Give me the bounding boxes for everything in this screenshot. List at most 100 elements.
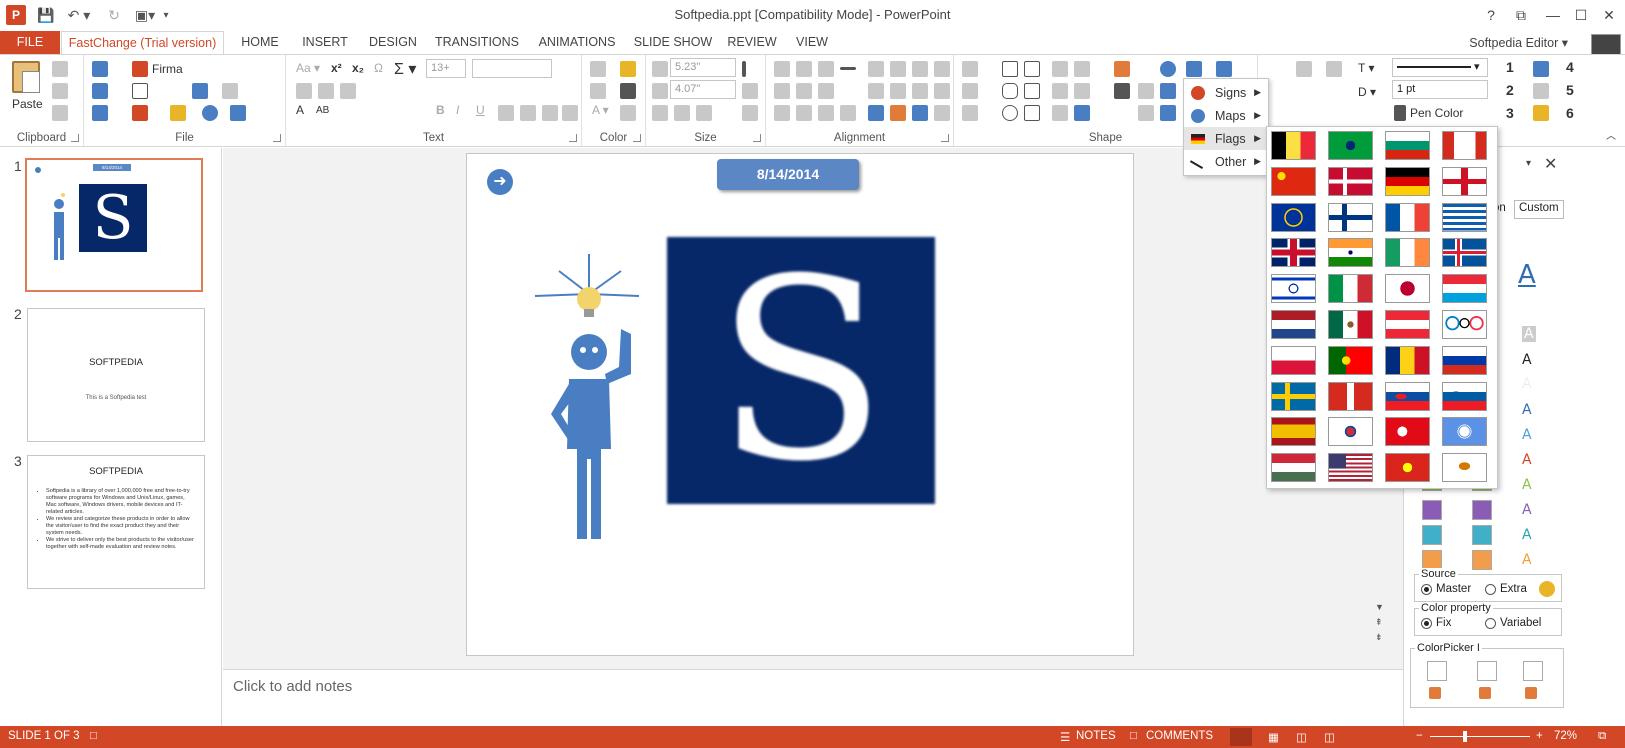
back-arrow-icon[interactable]: ➜	[487, 169, 513, 195]
tab-home[interactable]: HOME	[234, 31, 286, 54]
pen-color-icon[interactable]	[1394, 105, 1406, 121]
justify-icon[interactable]	[562, 105, 578, 121]
triangle-shape-icon[interactable]	[1024, 61, 1040, 77]
numbers-icon[interactable]	[1138, 105, 1154, 121]
font-name-input[interactable]	[472, 59, 552, 78]
tab-review[interactable]: REVIEW	[724, 31, 780, 54]
help-button[interactable]: ?	[1478, 4, 1504, 26]
size-minus-icon[interactable]	[674, 105, 690, 121]
menu-item-maps[interactable]: Maps ▶	[1184, 104, 1268, 127]
ribbon-display-options-button[interactable]: ⧉	[1508, 4, 1534, 26]
eyedropper-icon[interactable]	[1479, 687, 1491, 699]
bullets-icon[interactable]	[296, 83, 312, 99]
flag-cyprus[interactable]	[1442, 453, 1487, 483]
text-style-a10[interactable]: A	[1522, 552, 1532, 568]
height-input[interactable]: 5.23"	[670, 58, 736, 77]
eyedropper-icon[interactable]	[1429, 687, 1441, 699]
flag-russia[interactable]	[1442, 345, 1487, 375]
clipboard-icon[interactable]	[222, 83, 238, 99]
alignment-launcher-icon[interactable]	[941, 134, 949, 142]
flag-portugal[interactable]	[1328, 345, 1373, 375]
flag-south-korea[interactable]	[1328, 417, 1373, 447]
normal-view-icon[interactable]	[1230, 728, 1252, 746]
zoom-in-icon[interactable]: +	[1536, 730, 1543, 742]
tab-insert[interactable]: INSERT	[296, 31, 354, 54]
elbow-connector-icon[interactable]	[1074, 83, 1090, 99]
number-3-button[interactable]: 3	[1506, 105, 1514, 121]
tab-view[interactable]: VIEW	[790, 31, 834, 54]
group-3-icon[interactable]	[818, 105, 834, 121]
flag-china[interactable]	[1271, 166, 1316, 196]
flag-sweden[interactable]	[1271, 381, 1316, 411]
table-icon[interactable]	[1326, 61, 1342, 77]
distribute-7-icon[interactable]	[934, 83, 950, 99]
number-1-button[interactable]: 1	[1506, 59, 1514, 75]
underline-icon[interactable]: U	[476, 103, 485, 117]
number-2-button[interactable]: 2	[1506, 82, 1514, 98]
color-swatch[interactable]	[1472, 525, 1492, 545]
text-style-a8[interactable]: A	[1522, 502, 1532, 518]
editor-scroll-arrows[interactable]: ▼ ⇞ ⇟	[1375, 600, 1389, 645]
thinking-person-icon[interactable]	[531, 249, 651, 549]
distribute-3-icon[interactable]	[818, 83, 834, 99]
flag-hungary[interactable]	[1271, 453, 1316, 483]
flag-greece[interactable]	[1442, 202, 1487, 232]
align-2-icon[interactable]	[796, 61, 812, 77]
close-button[interactable]: ✕	[1596, 4, 1622, 26]
align-1-icon[interactable]	[774, 61, 790, 77]
symbols-dropdown-icon[interactable]	[1186, 61, 1202, 77]
grid-icon[interactable]	[1296, 61, 1312, 77]
align-6-icon[interactable]	[912, 61, 928, 77]
align-7-icon[interactable]	[934, 61, 950, 77]
notes-button[interactable]: NOTES	[1076, 730, 1116, 742]
crop-frame-icon[interactable]	[890, 105, 906, 121]
notes-pane[interactable]: Click to add notes	[223, 669, 1403, 726]
tab-design[interactable]: DESIGN	[364, 31, 422, 54]
distribute-1-icon[interactable]	[774, 83, 790, 99]
omega-icon[interactable]: Ω	[374, 61, 383, 75]
flag-iceland[interactable]	[1442, 238, 1487, 268]
user-account[interactable]: Softpedia Editor ▾	[1469, 35, 1568, 50]
slide-thumbnail-3[interactable]: SOFTPEDIA Softpedia is a library of over…	[27, 455, 205, 589]
color-launcher-icon[interactable]	[633, 134, 641, 142]
text-style-a6[interactable]: A	[1522, 452, 1532, 468]
reading-view-icon[interactable]: ◫	[1296, 730, 1307, 744]
brush-icon[interactable]	[620, 105, 636, 121]
pane-options-icon[interactable]: ▾	[1526, 158, 1531, 169]
minimize-button[interactable]: —	[1540, 4, 1566, 26]
size-launcher-icon[interactable]	[753, 134, 761, 142]
ellipse-shape-icon[interactable]	[1002, 105, 1018, 121]
zoom-slider-thumb[interactable]	[1463, 731, 1467, 742]
word-icon[interactable]	[1533, 83, 1549, 99]
menu-item-other[interactable]: Other ▶	[1184, 150, 1268, 173]
text-launcher-icon[interactable]	[569, 134, 577, 142]
flag-olympics[interactable]	[1442, 310, 1487, 339]
flag-netherlands[interactable]	[1271, 310, 1316, 339]
clipboard-launcher-icon[interactable]	[71, 134, 79, 142]
align-4-icon[interactable]	[868, 61, 884, 77]
radio-fix[interactable]: Fix	[1421, 617, 1451, 629]
zoom-level[interactable]: 72%	[1554, 730, 1577, 742]
text-style-a1[interactable]: A	[1522, 326, 1536, 342]
chart-icon[interactable]	[1216, 61, 1232, 77]
avatar[interactable]	[1591, 34, 1621, 56]
copy-icon[interactable]	[52, 83, 68, 99]
flag-italy[interactable]	[1328, 274, 1373, 304]
paste-icon[interactable]	[12, 61, 40, 93]
flag-vietnam[interactable]	[1385, 453, 1430, 483]
comments-icon[interactable]: □	[1130, 730, 1137, 742]
font-case-icon[interactable]: Aa ▾	[296, 61, 320, 75]
flag-mexico[interactable]	[1328, 310, 1373, 339]
flag-brazil[interactable]	[1328, 131, 1373, 160]
rectangle-shape-icon[interactable]	[1002, 61, 1018, 77]
line-icon[interactable]	[840, 67, 856, 70]
text-cursor-icon[interactable]	[742, 61, 746, 77]
align-3-icon[interactable]	[818, 61, 834, 77]
distribute-2-icon[interactable]	[796, 83, 812, 99]
text-direction-icon[interactable]: T ▾	[1358, 61, 1374, 75]
menu-item-flags[interactable]: Flags ▶	[1184, 127, 1268, 150]
flag-united-kingdom[interactable]	[1271, 238, 1316, 268]
align-right-icon[interactable]	[542, 105, 558, 121]
connector-shape-icon[interactable]	[1074, 61, 1090, 77]
cut-icon[interactable]	[52, 61, 68, 77]
